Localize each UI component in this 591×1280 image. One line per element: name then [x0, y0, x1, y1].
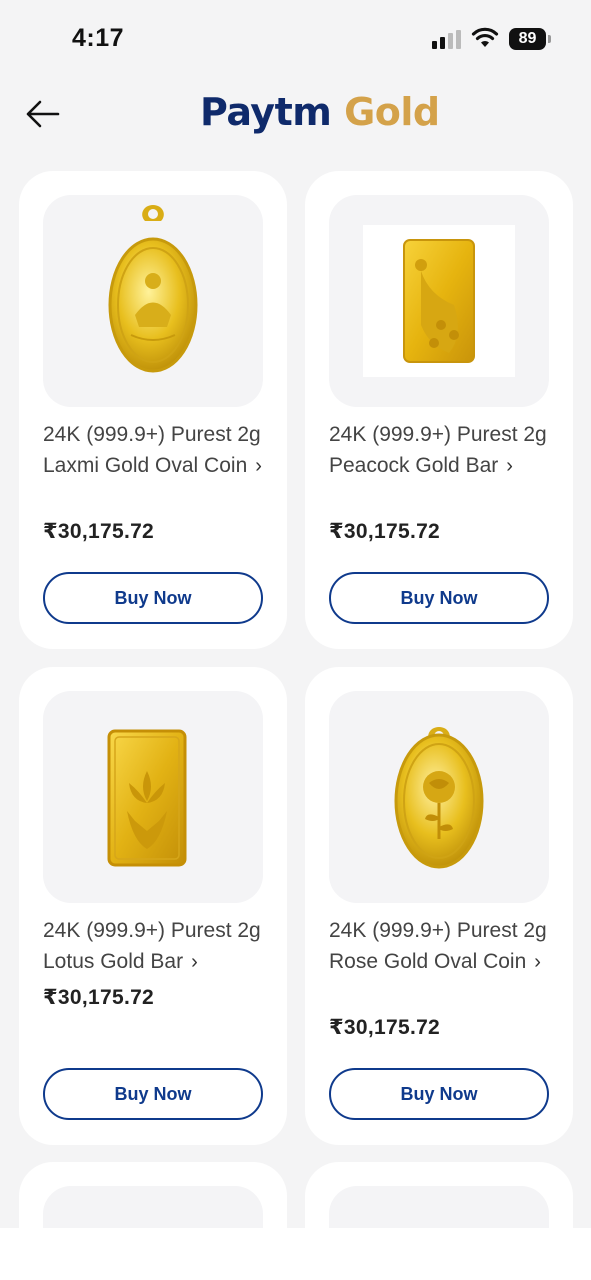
product-image[interactable]: [329, 1186, 549, 1228]
product-title[interactable]: 24K (999.9+) Purest 2g Rose Gold Oval Co…: [329, 915, 559, 978]
header: Paytm Gold: [0, 80, 591, 150]
product-image[interactable]: [43, 691, 263, 903]
bottom-blank-area: [0, 1228, 591, 1280]
product-image[interactable]: [329, 195, 549, 407]
laxmi-oval-coin-icon: [108, 205, 198, 373]
chevron-right-icon: ›: [191, 951, 198, 973]
product-price: ₹30,175.72: [329, 1016, 441, 1039]
product-title-text: 24K (999.9+) Purest 2g Rose Gold Oval Co…: [329, 919, 547, 973]
product-image[interactable]: [43, 195, 263, 407]
back-arrow-icon: [26, 100, 60, 128]
product-card[interactable]: 24K (999.9+) Purest 2g Peacock Gold Bar ›…: [305, 171, 573, 649]
lotus-gold-bar-icon: [107, 729, 187, 867]
cellular-signal-icon: [432, 30, 461, 49]
product-title[interactable]: 24K (999.9+) Purest 2g Laxmi Gold Oval C…: [43, 419, 273, 482]
product-title[interactable]: 24K (999.9+) Purest 2g Peacock Gold Bar ›: [329, 419, 559, 482]
product-price: ₹30,175.72: [43, 520, 155, 543]
status-bar: 4:17 89: [0, 0, 591, 72]
product-title-text: 24K (999.9+) Purest 2g Lotus Gold Bar: [43, 919, 261, 973]
status-time: 4:17: [72, 24, 125, 52]
battery-level: 89: [518, 30, 537, 47]
paytm-gold-logo: Paytm Gold: [200, 90, 440, 140]
buy-now-button[interactable]: Buy Now: [329, 572, 549, 624]
product-price: ₹30,175.72: [43, 986, 155, 1009]
logo-paytm-text: Paytm: [200, 90, 332, 134]
peacock-gold-bar-icon: [363, 225, 515, 377]
rose-oval-coin-icon: [394, 727, 484, 869]
product-card[interactable]: 24K (999.9+) Purest 2g Laxmi Gold Oval C…: [19, 171, 287, 649]
product-image[interactable]: [329, 691, 549, 903]
chevron-right-icon: ›: [534, 951, 541, 973]
product-price: ₹30,175.72: [329, 520, 441, 543]
product-title-text: 24K (999.9+) Purest 2g Peacock Gold Bar: [329, 423, 547, 477]
chevron-right-icon: ›: [506, 455, 513, 477]
product-title[interactable]: 24K (999.9+) Purest 2g Lotus Gold Bar ›: [43, 915, 273, 978]
product-card[interactable]: 24K (999.9+) Purest 2g Rose Gold Oval Co…: [305, 667, 573, 1145]
product-title-text: 24K (999.9+) Purest 2g Laxmi Gold Oval C…: [43, 423, 261, 477]
logo-gold-text: Gold: [344, 90, 440, 134]
product-list-screen: 4:17 89 Paytm Gold 24K (999.9+) Purest 2…: [0, 0, 591, 1228]
buy-now-button[interactable]: Buy Now: [43, 1068, 263, 1120]
product-card[interactable]: [305, 1162, 573, 1228]
buy-now-button[interactable]: Buy Now: [43, 572, 263, 624]
product-card[interactable]: [19, 1162, 287, 1228]
product-card[interactable]: 24K (999.9+) Purest 2g Lotus Gold Bar › ₹…: [19, 667, 287, 1145]
back-button[interactable]: [20, 94, 64, 134]
product-image[interactable]: [43, 1186, 263, 1228]
chevron-right-icon: ›: [255, 455, 262, 477]
battery-icon: 89: [509, 28, 551, 50]
wifi-icon: [471, 27, 499, 47]
gold-product-icon: [43, 1186, 263, 1228]
buy-now-button[interactable]: Buy Now: [329, 1068, 549, 1120]
